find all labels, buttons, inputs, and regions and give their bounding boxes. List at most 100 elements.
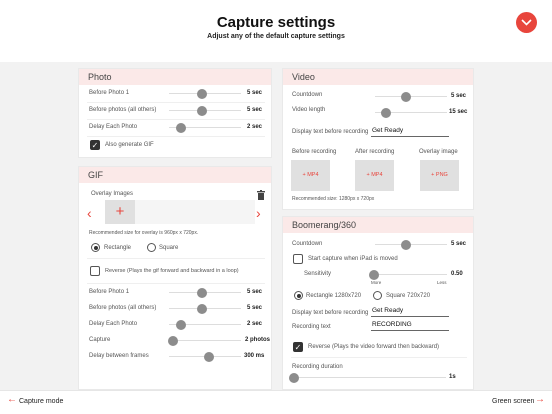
gif-reverse-checkbox[interactable] bbox=[90, 266, 100, 276]
gif-frame-delay-value: 300 ms bbox=[244, 353, 265, 359]
video-card: Video Countdown 5 sec Video length 15 se… bbox=[282, 68, 474, 210]
prev-overlay-button[interactable]: ‹ bbox=[87, 205, 92, 221]
video-countdown-slider[interactable] bbox=[375, 96, 447, 97]
video-countdown-knob[interactable] bbox=[401, 91, 411, 102]
green-screen-link[interactable]: Green screen bbox=[492, 398, 534, 405]
video-card-title: Video bbox=[283, 69, 473, 85]
recording-duration-value: 1s bbox=[449, 374, 456, 380]
gif-rectangle-label: Rectangle bbox=[104, 245, 132, 251]
gif-capture-value: 2 photos bbox=[245, 337, 270, 343]
gif-rectangle-radio[interactable] bbox=[91, 243, 100, 252]
gif-before-others-value: 5 sec bbox=[247, 305, 263, 311]
before-recording-upload[interactable]: + MP4 bbox=[291, 160, 330, 191]
gif-delay-knob[interactable] bbox=[176, 319, 186, 330]
sensitivity-more-label: More bbox=[371, 280, 382, 285]
photo-before-1-label: Before Photo 1 bbox=[89, 90, 130, 96]
recording-duration-slider[interactable] bbox=[292, 377, 446, 378]
photo-card-title: Photo bbox=[79, 69, 271, 85]
top-bar bbox=[0, 0, 552, 62]
ipad-moved-checkbox[interactable] bbox=[293, 254, 303, 264]
add-overlay-button[interactable]: + bbox=[105, 200, 135, 224]
generate-gif-checkbox[interactable]: ✓ bbox=[90, 140, 100, 150]
gif-frame-delay-knob[interactable] bbox=[204, 351, 214, 362]
gif-before-1-knob[interactable] bbox=[197, 287, 207, 298]
chevron-down-icon bbox=[521, 19, 532, 26]
boomerang-countdown-value: 5 sec bbox=[451, 241, 467, 247]
gif-before-others-label: Before photos (all others) bbox=[89, 305, 157, 311]
gif-capture-knob[interactable] bbox=[168, 335, 178, 346]
gif-card: GIF Overlay Images ‹ + › Recommended siz… bbox=[78, 166, 272, 390]
divider bbox=[87, 283, 265, 284]
divider bbox=[87, 102, 265, 103]
boomerang-countdown-knob[interactable] bbox=[401, 239, 411, 250]
video-countdown-label: Countdown bbox=[292, 92, 323, 98]
gif-square-label: Square bbox=[159, 245, 179, 251]
recording-text-label: Recording text bbox=[292, 324, 331, 330]
photo-delay-knob[interactable] bbox=[176, 122, 186, 133]
page-subtitle: Adjust any of the default capture settin… bbox=[207, 33, 345, 40]
arrow-left-icon[interactable]: ← bbox=[7, 394, 17, 405]
gif-before-1-value: 5 sec bbox=[247, 289, 263, 295]
next-overlay-button[interactable]: › bbox=[256, 205, 261, 221]
divider bbox=[87, 258, 265, 259]
video-display-input[interactable]: Get Ready bbox=[371, 127, 449, 137]
boomerang-countdown-slider[interactable] bbox=[375, 244, 447, 245]
boomerang-reverse-label: Reverse (Plays the video forward then ba… bbox=[308, 344, 440, 350]
generate-gif-label: Also generate GIF bbox=[105, 142, 154, 148]
after-recording-label: After recording bbox=[355, 149, 395, 155]
page-title: Capture settings bbox=[216, 14, 336, 31]
gif-capture-slider[interactable] bbox=[169, 340, 241, 341]
boomerang-reverse-checkbox[interactable]: ✓ bbox=[293, 342, 303, 352]
overlay-image-label: Overlay image bbox=[419, 149, 458, 155]
photo-delay-label: Delay Each Photo bbox=[89, 124, 138, 130]
photo-delay-value: 2 sec bbox=[247, 124, 263, 130]
video-recommended-text: Recommended size: 1280px x 720px bbox=[292, 196, 375, 202]
overlay-recommended-text: Recommended size for overlay is 960px x … bbox=[89, 230, 199, 236]
arrow-right-icon[interactable]: → bbox=[535, 394, 545, 405]
overlay-image-upload[interactable]: + PNG bbox=[420, 160, 459, 191]
after-recording-upload[interactable]: + MP4 bbox=[355, 160, 394, 191]
boomerang-card-title: Boomerang/360 bbox=[283, 217, 473, 233]
video-length-value: 15 sec bbox=[449, 109, 468, 115]
gif-before-1-label: Before Photo 1 bbox=[89, 289, 130, 295]
before-recording-label: Before recording bbox=[292, 149, 337, 155]
capture-mode-link[interactable]: Capture mode bbox=[19, 398, 63, 405]
gif-square-radio[interactable] bbox=[147, 243, 156, 252]
recording-duration-label: Recording duration bbox=[292, 364, 343, 370]
sensitivity-label: Sensitivity bbox=[304, 271, 332, 277]
trash-icon[interactable] bbox=[257, 190, 265, 200]
divider bbox=[291, 357, 467, 358]
boomerang-square-label: Square 720x720 bbox=[386, 293, 431, 299]
photo-card: Photo Before Photo 1 5 sec Before photos… bbox=[78, 68, 272, 158]
photo-before-others-value: 5 sec bbox=[247, 107, 263, 113]
photo-before-others-knob[interactable] bbox=[197, 105, 207, 116]
boomerang-display-input[interactable]: Get Ready bbox=[371, 307, 449, 317]
bottom-bar bbox=[0, 390, 552, 414]
boomerang-countdown-label: Countdown bbox=[292, 241, 323, 247]
overlay-images-label: Overlay Images bbox=[91, 191, 134, 197]
boomerang-rectangle-label: Rectangle 1280x720 bbox=[306, 293, 362, 299]
recording-text-input[interactable]: RECORDING bbox=[371, 321, 449, 331]
gif-capture-label: Capture bbox=[89, 337, 111, 343]
recording-duration-knob[interactable] bbox=[289, 372, 299, 383]
gif-card-title: GIF bbox=[79, 167, 271, 183]
photo-before-1-knob[interactable] bbox=[197, 88, 207, 99]
gif-before-others-knob[interactable] bbox=[197, 303, 207, 314]
boomerang-card: Boomerang/360 Countdown 5 sec Start capt… bbox=[282, 216, 474, 390]
video-countdown-value: 5 sec bbox=[451, 93, 467, 99]
close-button[interactable] bbox=[516, 12, 537, 33]
video-length-label: Video length bbox=[292, 107, 326, 113]
sensitivity-value: 0.50 bbox=[451, 271, 463, 277]
sensitivity-knob[interactable] bbox=[369, 269, 379, 280]
gif-frame-delay-label: Delay between frames bbox=[89, 353, 149, 359]
divider bbox=[87, 119, 265, 120]
boomerang-display-label: Display text before recording bbox=[292, 310, 369, 316]
boomerang-rectangle-radio[interactable] bbox=[294, 291, 303, 300]
sensitivity-slider[interactable] bbox=[371, 274, 447, 275]
video-length-knob[interactable] bbox=[381, 107, 391, 118]
ipad-moved-label: Start capture when iPad is moved bbox=[308, 256, 398, 262]
gif-delay-value: 2 sec bbox=[247, 321, 263, 327]
photo-before-others-label: Before photos (all others) bbox=[89, 107, 157, 113]
sensitivity-less-label: Less bbox=[437, 280, 447, 285]
boomerang-square-radio[interactable] bbox=[373, 291, 382, 300]
